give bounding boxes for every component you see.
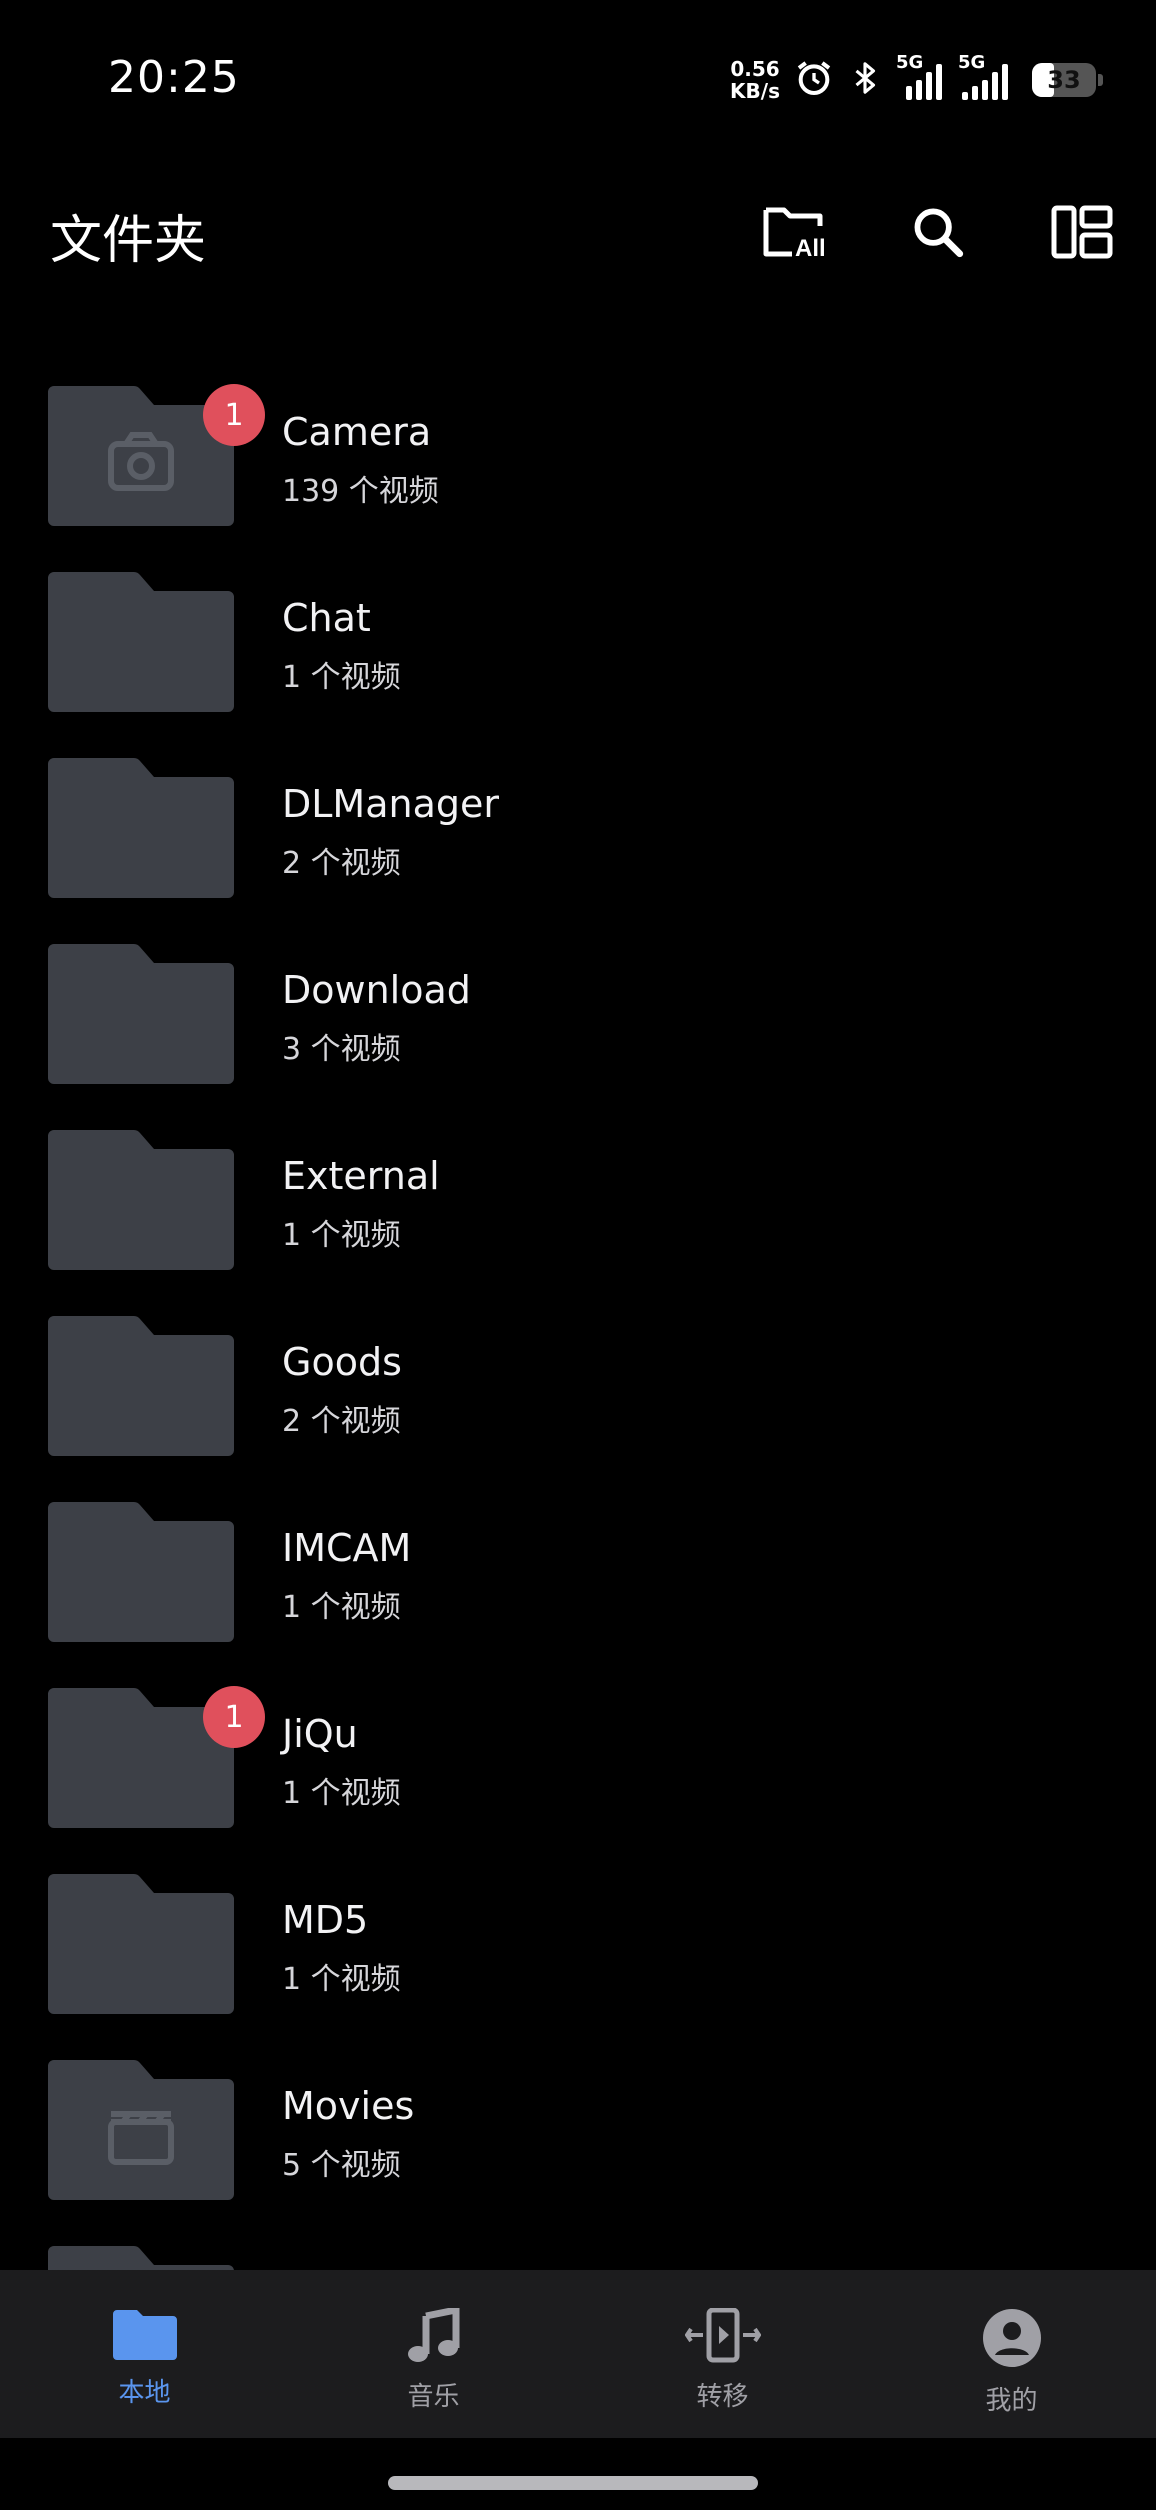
battery-level: 33	[1047, 66, 1081, 94]
folder-name: DLManager	[282, 782, 499, 826]
network-speed-unit: KB/s	[730, 79, 780, 103]
search-button[interactable]	[898, 194, 978, 274]
folder-icon	[48, 944, 234, 1084]
network-speed-value: 0.56	[730, 57, 780, 81]
bluetooth-icon	[848, 58, 882, 102]
folder-video-count: 1 个视频	[282, 1218, 401, 1253]
alarm-icon	[794, 58, 834, 102]
folder-name: Camera	[282, 410, 432, 454]
status-time: 20:25	[108, 52, 240, 103]
nav-item-local[interactable]: 本地	[0, 2270, 289, 2438]
folder-video-count: 2 个视频	[282, 1404, 401, 1439]
status-indicators: 0.56 KB/s 5G 5G 33	[730, 52, 1103, 108]
folder-video-count: 1 个视频	[282, 1590, 401, 1625]
new-badge: 1	[203, 1686, 265, 1748]
folder-icon	[48, 1502, 234, 1642]
layout-toggle-button[interactable]	[1042, 194, 1122, 274]
home-indicator[interactable]	[388, 2476, 758, 2490]
folder-row-imcam[interactable]: IMCAM 1 个视频	[0, 1486, 1156, 1672]
folder-name: Goods	[282, 1340, 402, 1384]
folder-row-jiqu[interactable]: 1 JiQu 1 个视频	[0, 1672, 1156, 1858]
folder-all-icon: All	[761, 202, 831, 266]
profile-icon	[982, 2308, 1042, 2372]
folder-name: MD5	[282, 1898, 369, 1942]
folder-row-external[interactable]: External 1 个视频	[0, 1114, 1156, 1300]
network-speed: 0.56 KB/s	[730, 58, 780, 102]
signal-2-icon: 5G	[958, 52, 1018, 100]
folder-row-chat[interactable]: Chat 1 个视频	[0, 556, 1156, 742]
folder-row-camera[interactable]: 1 Camera 139 个视频	[0, 370, 1156, 556]
nav-label: 我的	[985, 2386, 1038, 2416]
folder-name: Chat	[282, 596, 371, 640]
folder-icon	[48, 1316, 234, 1456]
signal-1-icon: 5G	[896, 52, 944, 100]
folder-icon	[48, 572, 234, 712]
signal-2-label: 5G	[958, 52, 986, 73]
folder-row-goods[interactable]: Goods 2 个视频	[0, 1300, 1156, 1486]
folder-video-count: 1 个视频	[282, 660, 401, 695]
page-title: 文件夹	[50, 211, 207, 271]
layout-toggle-icon	[1051, 205, 1113, 263]
folder-icon	[48, 2060, 234, 2200]
nav-label: 本地	[118, 2378, 171, 2408]
folder-name: Download	[282, 968, 471, 1012]
music-note-icon	[402, 2305, 466, 2368]
folder-name: Movies	[282, 2084, 415, 2128]
folder-video-count: 1 个视频	[282, 1962, 401, 1997]
folder-video-count: 139 个视频	[282, 474, 439, 509]
folder-video-count: 1 个视频	[282, 1776, 401, 1811]
battery-icon: 33	[1032, 63, 1103, 97]
folder-video-count: 2 个视频	[282, 846, 401, 881]
signal-1-label: 5G	[896, 52, 924, 73]
nav-label: 音乐	[407, 2382, 460, 2412]
search-icon	[909, 203, 967, 265]
folder-name: JiQu	[282, 1712, 358, 1756]
all-folders-button[interactable]: All	[756, 194, 836, 274]
nav-item-transfer[interactable]: 转移	[578, 2270, 867, 2438]
folder-video-count: 5 个视频	[282, 2148, 401, 2183]
folder-row-download[interactable]: Download 3 个视频	[0, 928, 1156, 1114]
folder-row-movies[interactable]: Movies 5 个视频	[0, 2044, 1156, 2230]
nav-item-profile[interactable]: 我的	[867, 2270, 1156, 2438]
folder-row-dlmanager[interactable]: DLManager 2 个视频	[0, 742, 1156, 928]
folder-row-md5[interactable]: MD5 1 个视频	[0, 1858, 1156, 2044]
nav-item-music[interactable]: 音乐	[289, 2270, 578, 2438]
folder-video-count: 3 个视频	[282, 1032, 401, 1067]
folder-icon	[48, 758, 234, 898]
folder-list: 1 Camera 139 个视频 Chat 1 个视频 DLManager 2 …	[0, 370, 1156, 2280]
folder-icon	[112, 2308, 177, 2364]
folder-icon	[48, 1874, 234, 2014]
folder-name: IMCAM	[282, 1526, 412, 1570]
status-bar: 20:25 0.56 KB/s 5G 5G 33	[0, 0, 1156, 160]
svg-text:All: All	[795, 235, 826, 262]
new-badge: 1	[203, 384, 265, 446]
folder-name: External	[282, 1154, 440, 1198]
bottom-navigation: 本地 音乐 转移 我的	[0, 2270, 1156, 2438]
app-header: 文件夹 All	[0, 180, 1156, 280]
transfer-icon	[684, 2307, 761, 2368]
nav-label: 转移	[696, 2382, 749, 2412]
folder-icon	[48, 1130, 234, 1270]
